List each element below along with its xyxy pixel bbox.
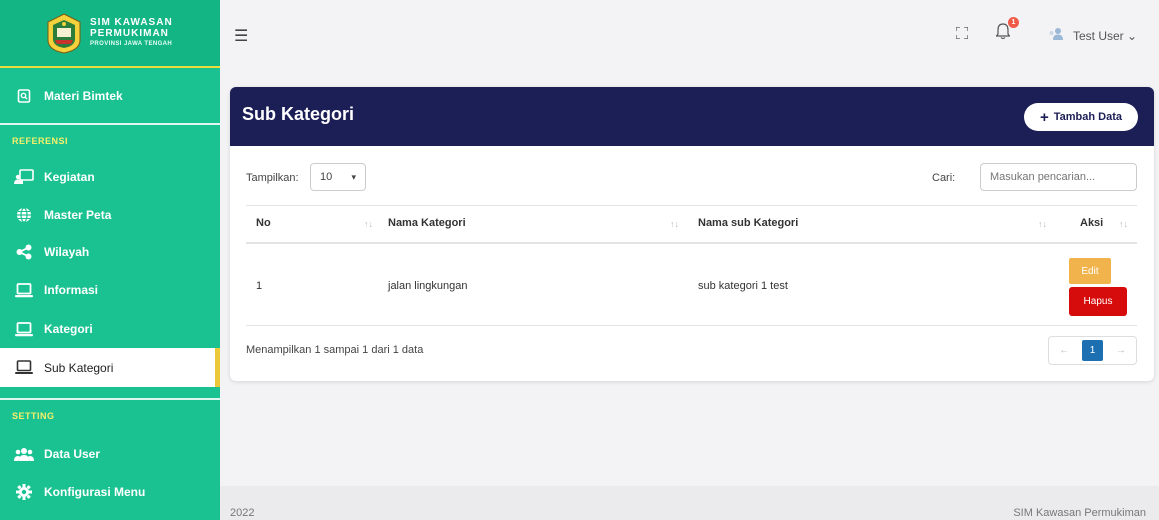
sidebar: SIM KAWASAN PERMUKIMAN PROVINSI JAWA TEN… <box>0 0 220 520</box>
delete-button[interactable]: Hapus <box>1069 287 1127 316</box>
section-label-setting: SETTING <box>12 411 55 421</box>
section-label-referensi: REFERENSI <box>12 136 69 146</box>
sidebar-item-wilayah[interactable]: Wilayah <box>0 233 220 271</box>
sidebar-item-master-peta[interactable]: Master Peta <box>0 196 220 234</box>
search-input[interactable] <box>980 163 1137 191</box>
gear-icon <box>14 483 34 501</box>
entries-label: Tampilkan: <box>246 172 299 184</box>
column-header-no[interactable]: No <box>256 217 271 229</box>
topbar: ☰ 1 Test User ⌄ <box>220 0 1159 68</box>
sidebar-item-label: Informasi <box>44 283 99 297</box>
users-icon <box>14 445 34 463</box>
sort-icon[interactable]: ↑↓ <box>670 219 679 229</box>
brand-text: SIM KAWASAN PERMUKIMAN PROVINSI JAWA TEN… <box>90 17 173 50</box>
laptop-icon <box>14 281 34 299</box>
document-search-icon <box>14 87 34 105</box>
globe-icon <box>14 206 34 224</box>
next-page-icon[interactable]: → <box>1106 345 1136 356</box>
share-icon <box>14 243 34 261</box>
user-menu[interactable]: Test User ⌄ <box>1073 29 1137 43</box>
sidebar-item-sub-kategori[interactable]: Sub Kategori <box>0 348 220 387</box>
sidebar-item-data-user[interactable]: Data User <box>0 435 220 473</box>
sort-icon[interactable]: ↑↓ <box>364 219 373 229</box>
sidebar-item-label: Kegiatan <box>44 170 95 184</box>
cell-no: 1 <box>256 280 263 292</box>
cell-nama-kategori: jalan lingkungan <box>388 280 468 292</box>
table-info: Menampilkan 1 sampai 1 dari 1 data <box>246 344 424 356</box>
entries-value: 10 <box>320 171 333 183</box>
footer-year: 2022 <box>230 507 255 519</box>
add-data-button[interactable]: + Tambah Data <box>1024 103 1138 131</box>
table-top-border <box>246 205 1137 206</box>
table-header-border <box>246 242 1137 244</box>
column-header-nama-kategori[interactable]: Nama Kategori <box>388 217 466 229</box>
search-label: Cari: <box>932 172 956 184</box>
province-logo <box>44 12 84 54</box>
sidebar-item-materi-bimtek[interactable]: Materi Bimtek <box>0 77 220 115</box>
sidebar-item-kegiatan[interactable]: Kegiatan <box>0 158 220 196</box>
sidebar-item-label: Wilayah <box>44 245 90 259</box>
section-divider <box>0 398 220 400</box>
brand-line-2: PERMUKIMAN <box>90 27 169 39</box>
sidebar-item-label: Sub Kategori <box>44 360 114 375</box>
sidebar-item-label: Konfigurasi Menu <box>44 485 146 499</box>
plus-icon: + <box>1039 108 1049 126</box>
pagination: ← 1 → <box>1048 336 1137 365</box>
avatar[interactable] <box>1048 26 1064 40</box>
fullscreen-icon[interactable] <box>955 26 969 40</box>
laptop-icon <box>14 320 34 338</box>
hamburger-menu-icon[interactable]: ☰ <box>234 26 248 46</box>
sidebar-item-kategori[interactable]: Kategori <box>0 310 220 348</box>
entries-select[interactable]: 10 ▾ <box>310 163 366 191</box>
sort-icon[interactable]: ↑↓ <box>1038 219 1047 229</box>
select-arrows-icon: ▾ <box>351 172 356 182</box>
footer-app-name: SIM Kawasan Permukiman <box>1013 507 1146 519</box>
cell-nama-sub-kategori: sub kategori 1 test <box>698 280 788 292</box>
table-bottom-border <box>246 325 1137 326</box>
sidebar-item-label: Data User <box>44 447 101 461</box>
laptop-icon <box>14 359 34 377</box>
brand-line-3: PROVINSI JAWA TENGAH <box>90 40 173 47</box>
page-title: Sub Kategori <box>242 104 355 124</box>
sidebar-item-label: Kategori <box>44 322 93 336</box>
sub-kategori-card: Sub Kategori + Tambah Data Tampilkan: 10… <box>230 87 1154 381</box>
sort-icon[interactable]: ↑↓ <box>1119 219 1128 229</box>
sidebar-item-informasi[interactable]: Informasi <box>0 271 220 309</box>
sidebar-item-label: Master Peta <box>44 208 112 222</box>
page-number-button[interactable]: 1 <box>1082 340 1103 361</box>
section-divider <box>0 123 220 125</box>
brand[interactable]: SIM KAWASAN PERMUKIMAN PROVINSI JAWA TEN… <box>0 0 220 68</box>
sidebar-item-konfigurasi-menu[interactable]: Konfigurasi Menu <box>0 473 220 511</box>
brand-line-1: SIM KAWASAN <box>90 16 173 28</box>
column-header-aksi[interactable]: Aksi <box>1080 217 1103 229</box>
notification-badge: 1 <box>1008 17 1019 28</box>
footer: 2022 SIM Kawasan Permukiman <box>220 486 1159 520</box>
previous-page-icon[interactable]: ← <box>1049 345 1079 356</box>
column-header-nama-sub-kategori[interactable]: Nama sub Kategori <box>698 217 798 229</box>
presentation-board-icon <box>14 168 34 186</box>
edit-button[interactable]: Edit <box>1069 258 1111 284</box>
add-data-label: Tambah Data <box>1053 111 1123 123</box>
sidebar-item-label: Materi Bimtek <box>44 89 123 103</box>
card-header: Sub Kategori + Tambah Data <box>230 87 1154 146</box>
